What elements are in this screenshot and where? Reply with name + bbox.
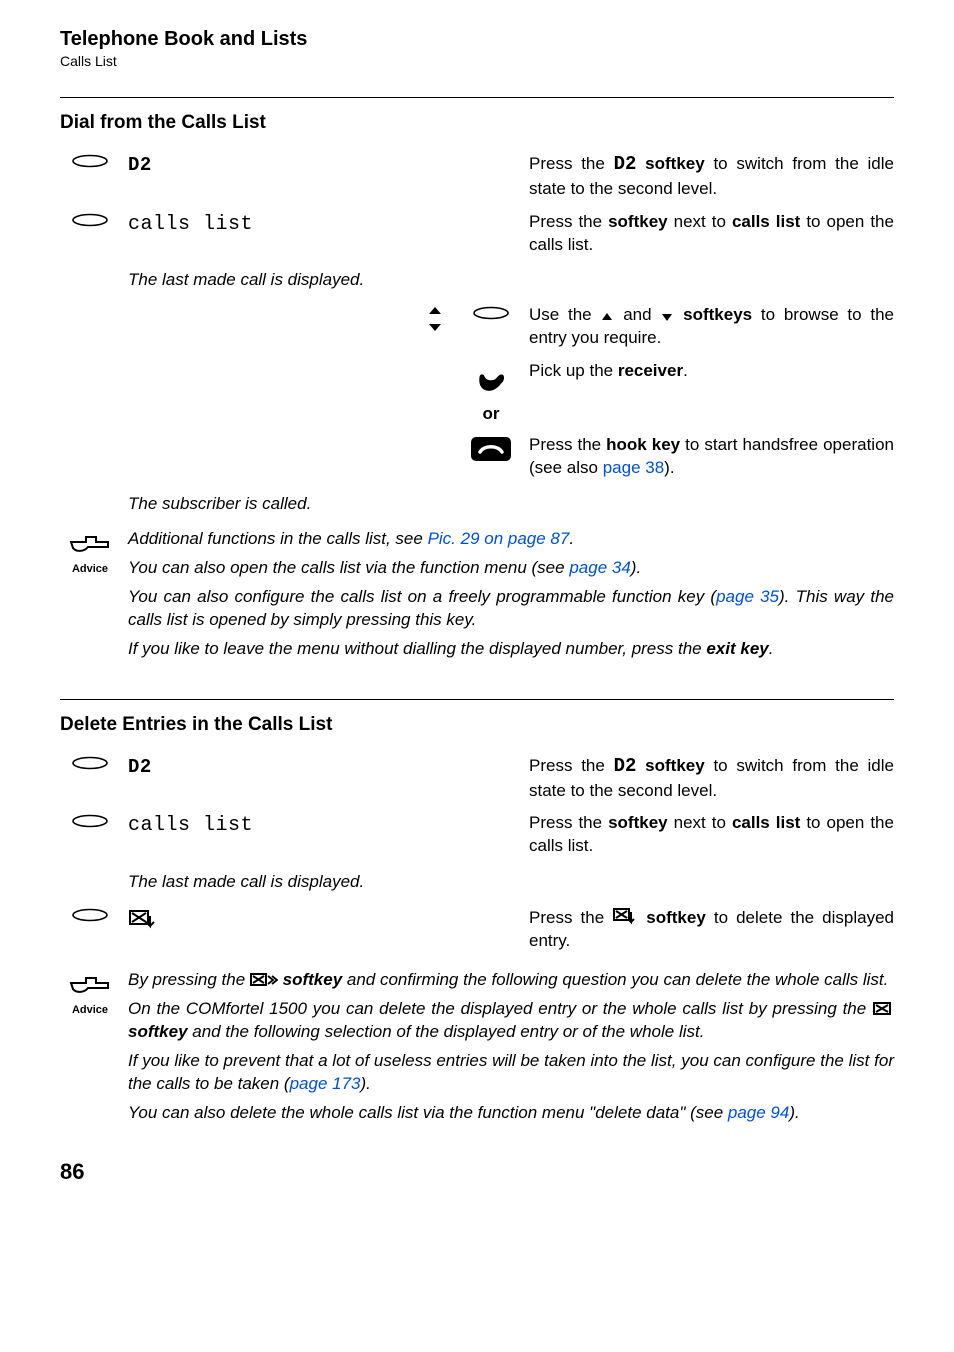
section-delete-title: Delete Entries in the Calls List <box>60 714 894 736</box>
d2-label: D2 <box>128 152 453 176</box>
advice-text: Additional functions in the calls list, … <box>128 528 894 667</box>
italic-note: The last made call is displayed. <box>128 868 453 896</box>
page-number: 86 <box>60 1159 894 1185</box>
step-text: Press the softkey next to calls list to … <box>529 812 894 858</box>
advice-block: Advice Additional functions in the calls… <box>60 528 894 667</box>
step-row: Pick up the receiver. <box>60 360 894 392</box>
divider <box>60 699 894 700</box>
step-text: Press the softkey to delete the displaye… <box>529 906 894 953</box>
delete-entry-icon <box>612 906 638 926</box>
softkey-oval-icon <box>60 812 120 828</box>
step-text: Use the and softkeys to browse to the en… <box>529 304 894 350</box>
step-text: Press the D2 softkey to switch from the … <box>529 152 894 201</box>
delete-icon <box>872 1001 894 1017</box>
hook-key-icon <box>461 434 521 462</box>
advice-block: Advice By pressing the softkey and confi… <box>60 969 894 1131</box>
step-row: The subscriber is called. <box>60 490 894 518</box>
page-link[interactable]: page 35 <box>716 587 779 606</box>
step-text: Pick up the receiver. <box>529 360 894 383</box>
italic-note: The last made call is displayed. <box>128 266 453 294</box>
page-link[interactable]: page 38 <box>603 458 664 477</box>
step-text: Press the softkey next to calls list to … <box>529 211 894 257</box>
calls-list-label: calls list <box>128 812 453 837</box>
d2-icon: D2 <box>614 755 637 777</box>
advice-icon-col: Advice <box>60 969 120 1131</box>
down-arrow-icon <box>660 311 674 323</box>
page-link[interactable]: Pic. 29 on page 87 <box>428 529 570 548</box>
page-link[interactable]: page 94 <box>728 1103 789 1122</box>
advice-text: By pressing the softkey and confirming t… <box>128 969 894 1131</box>
d2-label: D2 <box>128 754 453 778</box>
softkey-oval-icon <box>60 211 120 227</box>
page-link[interactable]: page 34 <box>569 558 630 577</box>
step-row: The last made call is displayed. <box>60 266 894 294</box>
section-dial-title: Dial from the Calls List <box>60 112 894 134</box>
step-row: D2 Press the D2 softkey to switch from t… <box>60 152 894 201</box>
softkey-oval-icon <box>60 152 120 168</box>
page: Telephone Book and Lists Calls List Dial… <box>0 0 954 1215</box>
step-row: Press the hook key to start handsfree op… <box>60 434 894 480</box>
header-title: Telephone Book and Lists <box>60 28 894 51</box>
step-text: Press the D2 softkey to switch from the … <box>529 754 894 803</box>
softkey-oval-icon <box>60 906 120 922</box>
step-text: Press the hook key to start handsfree op… <box>529 434 894 480</box>
step-row: The last made call is displayed. <box>60 868 894 896</box>
step-row: calls list Press the softkey next to cal… <box>60 211 894 257</box>
delete-entry-icon <box>128 906 453 937</box>
italic-note: The subscriber is called. <box>128 490 453 518</box>
calls-list-label: calls list <box>128 211 453 236</box>
advice-label: Advice <box>60 563 120 575</box>
up-arrow-icon <box>600 311 614 323</box>
updown-icon <box>128 304 453 339</box>
softkey-oval-icon <box>60 754 120 770</box>
step-row: D2 Press the D2 softkey to switch from t… <box>60 754 894 803</box>
hand-pointing-icon <box>68 969 112 997</box>
step-row: or <box>60 402 894 424</box>
delete-all-icon <box>250 972 278 988</box>
header: Telephone Book and Lists Calls List <box>60 28 894 69</box>
header-subtitle: Calls List <box>60 53 894 69</box>
hand-pointing-icon <box>68 528 112 556</box>
softkey-oval-icon <box>461 304 521 320</box>
advice-label: Advice <box>60 1004 120 1016</box>
step-row: Use the and softkeys to browse to the en… <box>60 304 894 350</box>
step-row: calls list Press the softkey next to cal… <box>60 812 894 858</box>
page-link[interactable]: page 173 <box>290 1074 361 1093</box>
receiver-icon <box>461 360 521 392</box>
or-text: or <box>461 402 521 424</box>
step-row: Press the softkey to delete the displaye… <box>60 906 894 953</box>
advice-icon-col: Advice <box>60 528 120 667</box>
divider <box>60 97 894 98</box>
d2-icon: D2 <box>614 153 637 175</box>
